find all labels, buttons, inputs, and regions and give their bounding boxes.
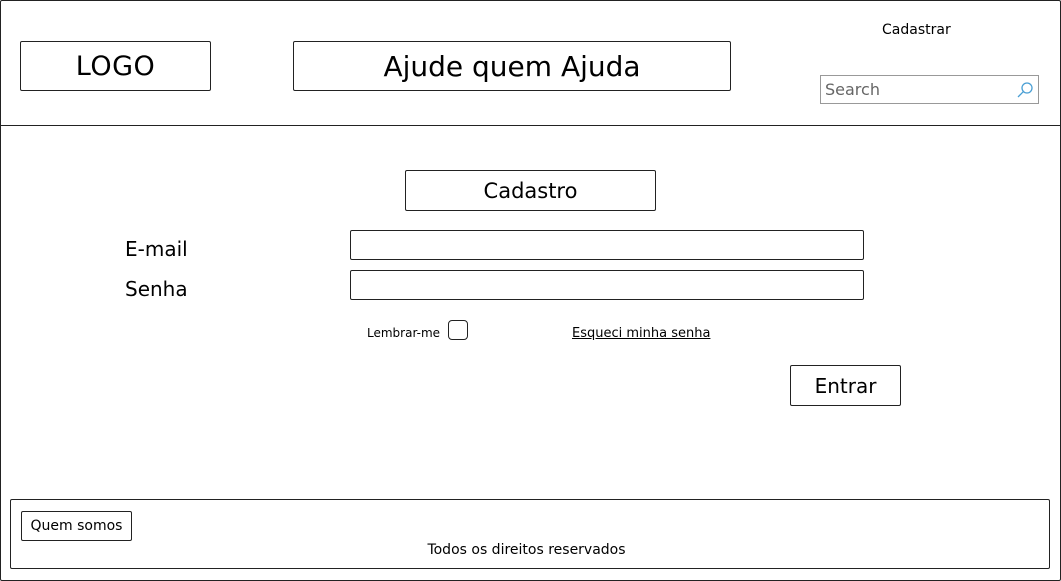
forgot-password-link[interactable]: Esqueci minha senha (572, 326, 710, 341)
copyright-text: Todos os direitos reservados (427, 542, 626, 558)
form-title: Cadastro (405, 170, 656, 211)
remember-me-checkbox[interactable] (448, 320, 468, 340)
password-label: Senha (125, 277, 188, 301)
search-box[interactable] (820, 75, 1039, 104)
search-icon[interactable] (1016, 81, 1034, 99)
email-field[interactable] (350, 230, 864, 260)
header: LOGO Ajude quem Ajuda Cadastrar (0, 0, 1061, 126)
logo: LOGO (20, 41, 211, 91)
footer: Quem somos Todos os direitos reservados (10, 499, 1050, 569)
login-button[interactable]: Entrar (790, 365, 901, 406)
site-title: Ajude quem Ajuda (293, 41, 731, 91)
email-input[interactable] (351, 231, 863, 259)
email-label: E-mail (125, 237, 188, 261)
search-input[interactable] (825, 79, 1010, 100)
password-input[interactable] (351, 271, 863, 299)
register-link[interactable]: Cadastrar (882, 22, 951, 38)
password-field[interactable] (350, 270, 864, 300)
about-us-button[interactable]: Quem somos (21, 511, 132, 541)
remember-me-label: Lembrar-me (367, 326, 441, 340)
